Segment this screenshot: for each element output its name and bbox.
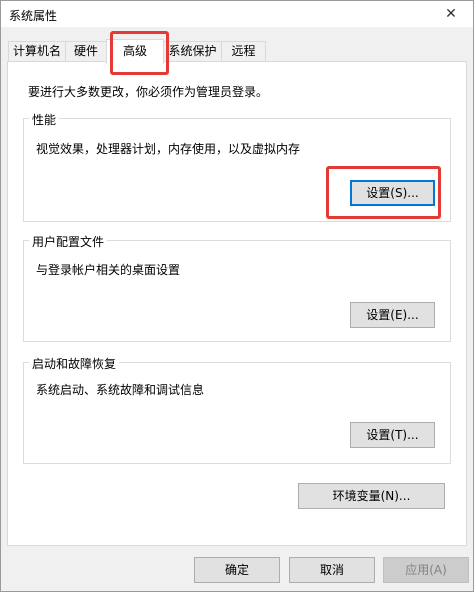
tab-hardware[interactable]: 硬件 xyxy=(65,41,107,62)
apply-button[interactable]: 应用(A) xyxy=(383,557,469,583)
window-title: 系统属性 xyxy=(9,9,58,23)
startup-recovery-desc: 系统启动、系统故障和调试信息 xyxy=(36,383,205,397)
user-profile-group: 用户配置文件 与登录帐户相关的桌面设置 设置(E)... xyxy=(23,233,451,342)
startup-recovery-settings-button[interactable]: 设置(T)... xyxy=(350,422,435,448)
user-profile-title: 用户配置文件 xyxy=(29,233,108,250)
performance-settings-button[interactable]: 设置(S)... xyxy=(350,180,435,206)
tab-system-protection[interactable]: 系统保护 xyxy=(163,41,222,62)
cancel-button[interactable]: 取消 xyxy=(289,557,375,583)
admin-notice: 要进行大多数更改，你必须作为管理员登录。 xyxy=(28,85,269,99)
title-bar: 系统属性 ✕ xyxy=(1,1,473,27)
startup-recovery-title: 启动和故障恢复 xyxy=(29,355,120,372)
performance-title: 性能 xyxy=(29,111,60,128)
ok-button[interactable]: 确定 xyxy=(194,557,280,583)
tab-advanced[interactable]: 高级 xyxy=(106,39,164,64)
close-icon[interactable]: ✕ xyxy=(441,4,461,24)
performance-group: 性能 视觉效果，处理器计划，内存使用，以及虚拟内存 设置(S)... xyxy=(23,111,451,222)
advanced-panel: 要进行大多数更改，你必须作为管理员登录。 性能 视觉效果，处理器计划，内存使用，… xyxy=(7,61,467,546)
environment-variables-button[interactable]: 环境变量(N)... xyxy=(298,483,445,509)
startup-recovery-group: 启动和故障恢复 系统启动、系统故障和调试信息 设置(T)... xyxy=(23,355,451,464)
user-profile-settings-button[interactable]: 设置(E)... xyxy=(350,302,435,328)
system-properties-dialog: 系统属性 ✕ 计算机名 硬件 高级 系统保护 远程 要进行大多数更改，你必须作为… xyxy=(0,0,474,592)
tab-remote[interactable]: 远程 xyxy=(221,41,266,62)
tab-computer-name[interactable]: 计算机名 xyxy=(8,41,66,62)
user-profile-desc: 与登录帐户相关的桌面设置 xyxy=(36,263,181,277)
performance-desc: 视觉效果，处理器计划，内存使用，以及虚拟内存 xyxy=(36,142,301,156)
